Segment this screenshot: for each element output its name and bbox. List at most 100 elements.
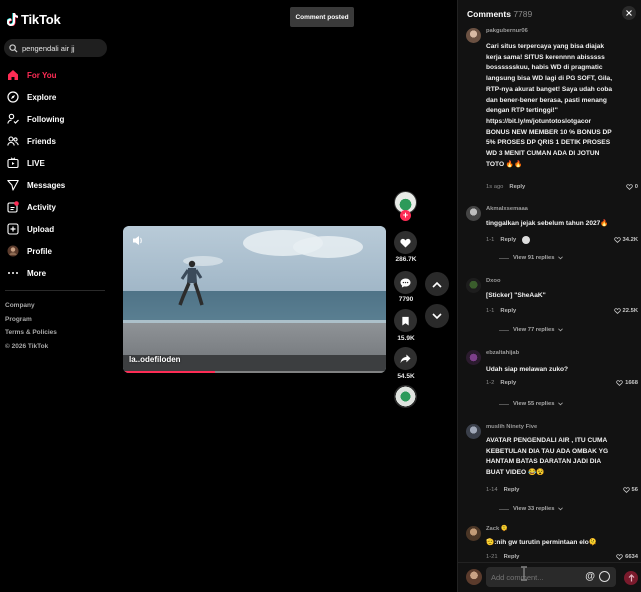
comment-time: 1s ago	[486, 184, 504, 190]
sidebar-footer: Company Program Terms & Policies © 2026 …	[5, 299, 57, 353]
view-replies-button[interactable]: View 91 replies	[499, 255, 564, 261]
post-comment-button[interactable]	[624, 571, 638, 585]
search-icon	[9, 43, 18, 53]
comment-meta: 1-21 Reply 6634	[486, 554, 638, 560]
comment-username[interactable]: muslih Ninety Five	[486, 424, 537, 430]
comment-time: 1-1	[486, 308, 495, 314]
footer-link-program[interactable]: Program	[5, 313, 57, 327]
commenter-avatar[interactable]	[466, 424, 481, 439]
commenter-avatar[interactable]	[466, 28, 481, 43]
nav-item-messages[interactable]: Messages	[0, 174, 115, 196]
close-comments-button[interactable]	[622, 6, 636, 20]
footer-link-company[interactable]: Company	[5, 299, 57, 313]
share-count: 54.5K	[397, 373, 415, 380]
follow-plus-icon[interactable]: +	[400, 210, 411, 221]
comment-username[interactable]: pakgubernur06	[486, 28, 528, 34]
nav-item-for-you[interactable]: For You	[0, 64, 115, 86]
next-video-button[interactable]	[425, 304, 449, 328]
nav-item-friends[interactable]: Friends	[0, 130, 115, 152]
heart-outline-icon	[613, 237, 621, 243]
nav-item-explore[interactable]: Explore	[0, 86, 115, 108]
nav-item-profile[interactable]: Profile	[0, 240, 115, 262]
replies-divider	[499, 403, 509, 405]
like-button[interactable]	[394, 231, 417, 254]
reply-button[interactable]: Reply	[500, 237, 516, 243]
view-replies-label: View 91 replies	[513, 255, 555, 261]
home-icon	[7, 69, 19, 81]
comment-like-button[interactable]: 0	[626, 184, 638, 190]
commenter-avatar[interactable]	[466, 350, 481, 365]
save-button[interactable]	[394, 309, 417, 332]
comment-like-button[interactable]: 56	[622, 487, 638, 493]
reply-button[interactable]: Reply	[504, 554, 520, 560]
comments-panel: Comments 7789 pakgubernur06 Cari situs t…	[457, 0, 641, 592]
nav-item-more[interactable]: More	[0, 262, 115, 284]
video-frame-cloud	[293, 236, 363, 258]
comment-field[interactable]: @	[486, 567, 616, 587]
chevron-up-icon	[432, 281, 442, 288]
more-icon	[7, 267, 19, 279]
nav-label: Profile	[27, 246, 52, 256]
search-input[interactable]	[22, 43, 102, 53]
emoji-icon[interactable]	[599, 571, 610, 582]
reply-button[interactable]: Reply	[500, 308, 516, 314]
video-caption[interactable]: la..odefiloden	[129, 355, 181, 364]
comment-meta: 1-14 Reply 56	[486, 487, 638, 493]
logo-text: TikTok	[21, 12, 61, 27]
footer-link-terms[interactable]: Terms & Policies	[5, 326, 57, 340]
view-replies-button[interactable]: View 33 replies	[499, 506, 564, 512]
comment-like-button[interactable]: 6634	[616, 554, 638, 560]
heart-outline-icon	[616, 554, 623, 560]
comment-username[interactable]: Zack 🫠	[486, 526, 508, 532]
heart-outline-icon	[613, 308, 621, 314]
comment-like-button[interactable]: 1668	[616, 380, 638, 386]
comment-text: Udah siap melawan zuko?	[486, 365, 636, 376]
view-replies-button[interactable]: View 55 replies	[499, 401, 564, 407]
nav-item-following[interactable]: Following	[0, 108, 115, 130]
chevron-down-icon	[558, 328, 564, 332]
commenter-avatar[interactable]	[466, 526, 481, 541]
comment-username[interactable]: ebzaltahijab	[486, 350, 519, 356]
nav-item-upload[interactable]: Upload	[0, 218, 115, 240]
comment-input[interactable]	[491, 572, 581, 582]
comment-line: bosssssskuu, habis WD di pragmatic	[486, 64, 603, 72]
comment-like-button[interactable]: 34.2K	[613, 237, 638, 243]
comment-like-button[interactable]: 22.5K	[613, 308, 638, 314]
reply-button[interactable]: Reply	[500, 380, 516, 386]
nav-item-live[interactable]: LIVE	[0, 152, 115, 174]
mention-icon[interactable]: @	[585, 571, 595, 582]
comment-like-count: 1668	[625, 380, 638, 386]
volume-icon[interactable]	[132, 235, 144, 246]
comment-line: KEBETULAN DIA TAU ADA OMBAK YG	[486, 447, 609, 455]
video-player[interactable]: la..odefiloden	[123, 226, 386, 373]
creator-liked-badge	[522, 236, 531, 244]
comment-time: 1-2	[486, 380, 495, 386]
nav-item-activity[interactable]: Activity	[0, 196, 115, 218]
comment-text: Cari situs terpercaya yang bisa diajak k…	[486, 42, 636, 170]
commenter-avatar[interactable]	[466, 206, 481, 221]
share-button[interactable]	[394, 347, 417, 370]
nav-label: Explore	[27, 92, 57, 102]
comment-line: AVATAR PENGENDALI AIR , ITU CUMA	[486, 437, 608, 444]
tiktok-note-icon	[7, 13, 18, 26]
reply-button[interactable]: Reply	[504, 487, 520, 493]
activity-icon	[7, 201, 19, 213]
previous-video-button[interactable]	[425, 272, 449, 296]
comment-line: HANTAM BATAS DARATAN JADI DIA	[486, 458, 602, 466]
commenter-avatar[interactable]	[466, 278, 481, 293]
tiktok-logo[interactable]: TikTok	[7, 12, 61, 27]
view-replies-label: View 33 replies	[513, 506, 555, 512]
comment-line: [Sticker] "SheAaK"	[486, 292, 546, 299]
comment-button[interactable]	[394, 271, 417, 294]
reply-button[interactable]: Reply	[509, 184, 525, 190]
search-bar[interactable]	[4, 39, 107, 57]
view-replies-button[interactable]: View 77 replies	[499, 327, 564, 333]
comment-username[interactable]: Akmalxsemaaa	[486, 206, 528, 212]
comment-count: 7790	[398, 296, 414, 303]
comment-line: kerja sama! SITUS kerennnn abisssss	[486, 53, 605, 61]
comment-meta: 1-2 Reply 1668	[486, 380, 638, 386]
comment-username[interactable]: Dxoo	[486, 278, 501, 284]
music-disc-icon[interactable]	[394, 385, 417, 408]
save-count: 15.9K	[397, 335, 415, 342]
heart-outline-icon	[622, 487, 630, 493]
